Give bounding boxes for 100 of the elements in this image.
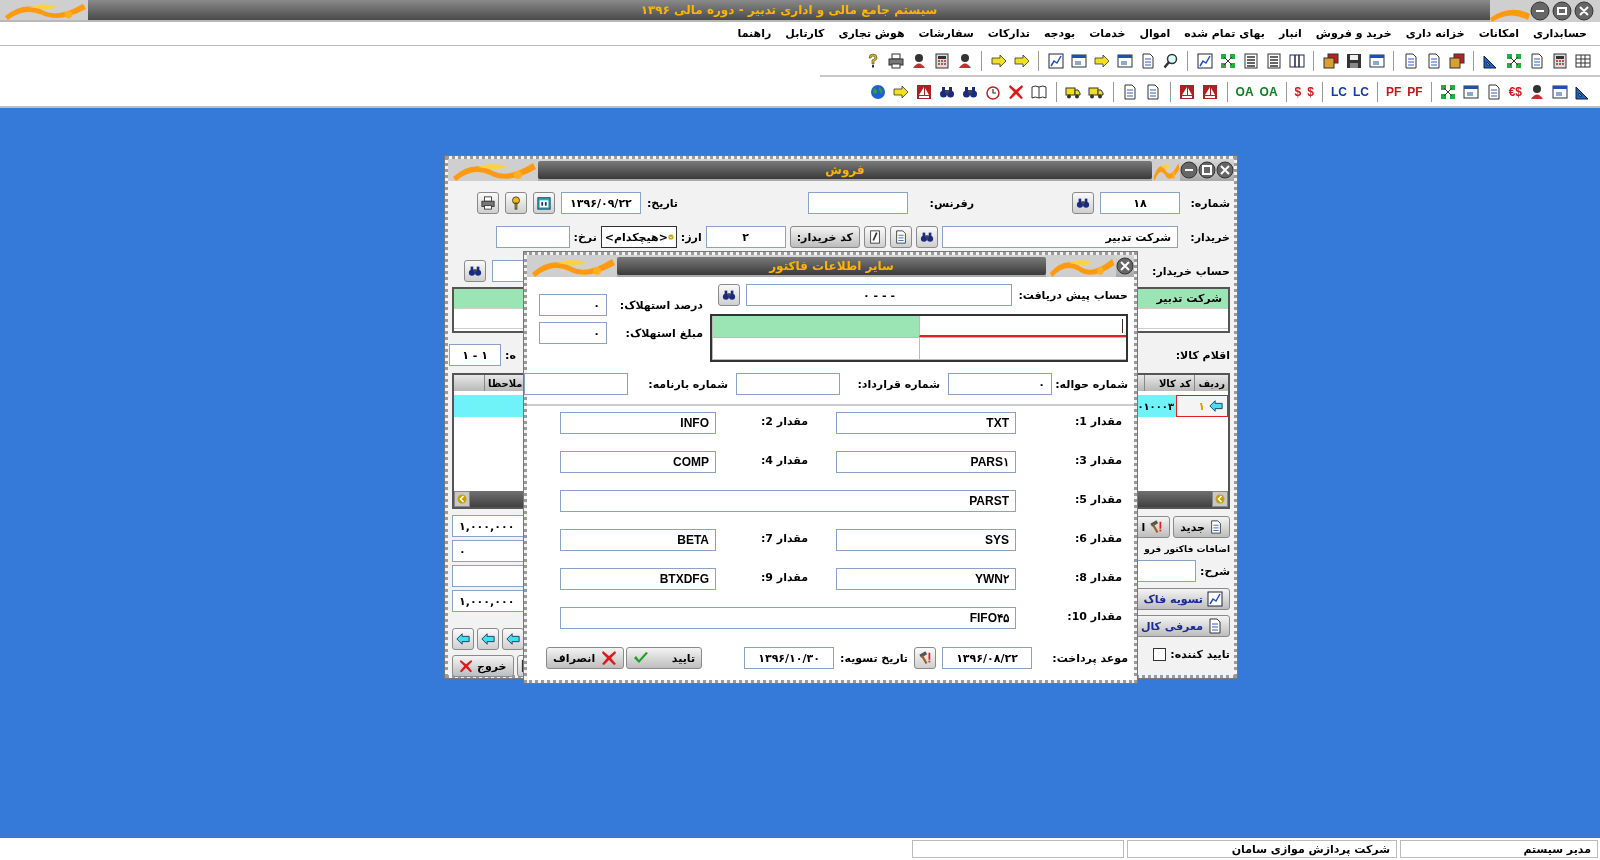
text-field[interactable]: ۰ - - -: [746, 284, 1012, 306]
calculator-icon: [933, 52, 950, 69]
field-label: حساب پیش دریافت:: [1018, 288, 1128, 302]
arrow-left-icon: [456, 632, 470, 646]
hammer-button[interactable]: [914, 647, 936, 669]
toolbar-button[interactable]: OA: [1258, 84, 1279, 99]
calendar-button[interactable]: [532, 192, 555, 214]
arrow-left-button[interactable]: [477, 628, 499, 650]
scroll-right-button[interactable]: [1212, 491, 1228, 507]
text-field[interactable]: YWN۲: [836, 568, 1016, 590]
arrow-left-button[interactable]: [452, 628, 474, 650]
toolbar-button[interactable]: PF: [1384, 84, 1403, 99]
confirm-button[interactable]: تایید: [626, 647, 703, 669]
text-field[interactable]: ۰: [948, 373, 1052, 395]
binoculars-button[interactable]: [916, 226, 938, 248]
field-label: ه:: [505, 348, 516, 362]
text-field[interactable]: PARST: [560, 490, 1016, 512]
text-field[interactable]: [808, 192, 908, 214]
text-field[interactable]: ۰: [539, 322, 607, 344]
text-field[interactable]: COMP: [560, 451, 716, 473]
floppy-icon: [1345, 52, 1362, 69]
buyer-code-button[interactable]: کد خریدار:: [789, 226, 860, 248]
binoculars-button[interactable]: [1072, 192, 1094, 214]
field-label: شماره:: [1189, 196, 1230, 210]
menu-item[interactable]: امکانات: [1471, 27, 1527, 40]
search-icon: [1162, 52, 1179, 69]
toolbar-button[interactable]: $: [1306, 84, 1315, 99]
text-field[interactable]: ۱۳۹۶/۰۸/۲۲: [942, 647, 1032, 669]
document-icon: [1207, 618, 1223, 634]
cross-icon: [601, 650, 618, 666]
toolbar-button[interactable]: PF: [1406, 84, 1424, 99]
field-label: درصد استهلاک:: [618, 298, 703, 312]
menu-item[interactable]: خرید و فروش: [1308, 27, 1399, 40]
sailboat-icon: [916, 83, 933, 100]
toolbar-button[interactable]: $€: [1507, 84, 1523, 99]
menu-item[interactable]: خدمات: [1082, 27, 1133, 40]
close-button[interactable]: [1216, 161, 1234, 179]
clock-icon: [985, 83, 1002, 100]
minimize-button[interactable]: [1180, 161, 1198, 179]
arrow-left-button[interactable]: [502, 628, 524, 650]
text-field[interactable]: BTXDFG: [560, 568, 716, 590]
binoculars-icon: [920, 230, 934, 244]
list-icon: [1242, 52, 1259, 69]
new-button[interactable]: جدید: [1173, 516, 1230, 538]
close-button[interactable]: [1116, 257, 1134, 275]
text-field[interactable]: [1136, 560, 1196, 582]
menu-item[interactable]: بهای تمام شده: [1177, 27, 1272, 40]
text-field[interactable]: TXT: [836, 412, 1016, 434]
text-field[interactable]: ۲: [705, 226, 786, 248]
field-label: تاریخ:: [646, 196, 678, 210]
caret-left-icon: [456, 493, 468, 505]
key-button[interactable]: [504, 192, 527, 214]
menu-item[interactable]: راهنما: [730, 27, 779, 40]
field-label: نرخ:: [573, 230, 597, 244]
layers-icon: [1322, 52, 1339, 69]
text-field[interactable]: ۰: [539, 294, 607, 316]
menu-item[interactable]: اموال: [1132, 27, 1178, 40]
text-field[interactable]: ۱۳۹۶/۰۹/۲۲: [560, 192, 641, 214]
document-icon: [1139, 52, 1156, 69]
window-controls-drawing[interactable]: [1490, 0, 1600, 22]
text-field[interactable]: BETA: [560, 529, 716, 551]
menu-item[interactable]: بودجه: [1036, 27, 1083, 40]
document-button[interactable]: [890, 226, 912, 248]
menu-item[interactable]: انبار: [1271, 27, 1309, 40]
toolbar-button[interactable]: LC: [1351, 84, 1370, 99]
maximize-button[interactable]: [1198, 161, 1216, 179]
checkbox[interactable]: [1153, 647, 1167, 661]
menu-item[interactable]: خزانه داری: [1398, 27, 1472, 40]
arrow-left-icon: [481, 632, 495, 646]
field-label: شماره بارنامه:: [647, 377, 728, 391]
text-field[interactable]: [524, 373, 628, 395]
binoculars-button[interactable]: [464, 260, 486, 282]
text-field[interactable]: PARS۱: [836, 451, 1016, 473]
menu-item[interactable]: هوش تجاری: [831, 27, 912, 40]
text-field[interactable]: INFO: [560, 412, 716, 434]
field-label: تایید کننده:: [1170, 647, 1230, 661]
cross-icon: [459, 659, 473, 673]
toolbar-button[interactable]: LC: [1329, 84, 1348, 99]
menu-item[interactable]: تدارکات: [980, 27, 1037, 40]
toolbar-button[interactable]: $: [1293, 84, 1303, 99]
exit-button[interactable]: خروج: [452, 655, 514, 677]
text-field[interactable]: شرکت تدبیر: [942, 226, 1178, 248]
pencil-button[interactable]: [864, 226, 886, 248]
text-field[interactable]: FIFO۴۵: [560, 607, 1016, 629]
binoculars-button[interactable]: [718, 284, 740, 306]
currency-dropdown[interactable]: <هیچکدام>: [600, 226, 677, 248]
text-field[interactable]: ۱۳۹۶/۱۰/۳۰: [744, 647, 835, 669]
text-field[interactable]: ۱ - ۱: [449, 344, 502, 366]
toolbar-button[interactable]: OA: [1234, 84, 1255, 99]
text-field[interactable]: [495, 226, 570, 248]
cancel-button[interactable]: انصراف: [546, 647, 625, 669]
menu-item[interactable]: سفارشات: [911, 27, 981, 40]
text-field[interactable]: ۱۸: [1100, 192, 1180, 214]
hammer-icon: [918, 651, 932, 665]
text-field[interactable]: [736, 373, 840, 395]
scroll-left-button[interactable]: [454, 491, 470, 507]
menu-item[interactable]: کارتابل: [778, 27, 832, 40]
text-field[interactable]: SYS: [836, 529, 1016, 551]
printer-button[interactable]: [476, 192, 499, 214]
menu-item[interactable]: حسابداری: [1526, 27, 1594, 40]
